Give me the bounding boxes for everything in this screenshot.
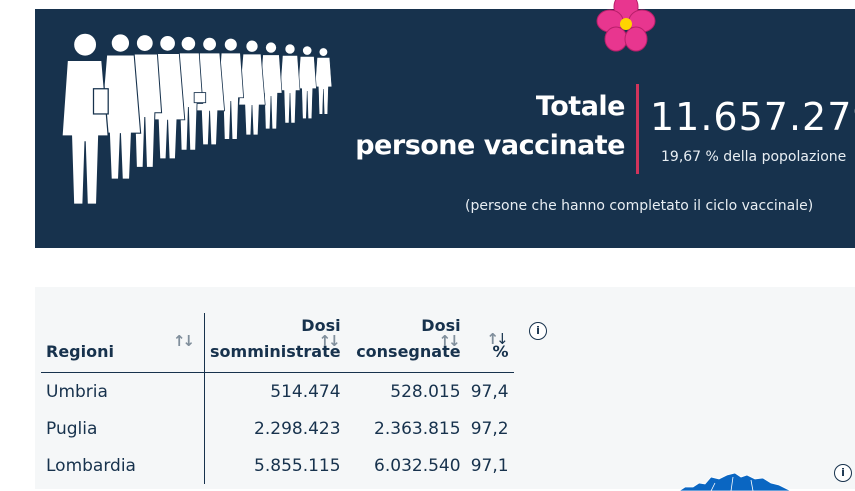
column-header-percent[interactable]: % ↑↓ [466,313,514,373]
table-row: Lombardia 5.855.115 6.032.540 97,1 [41,447,514,484]
cell-region: Umbria [41,372,205,410]
accent-divider [636,84,639,174]
cell-region: Lombardia [41,447,205,484]
table-header-row: Regioni ↑↓ Dosi somministrate ↑↓ Dosi co… [41,313,514,373]
sort-arrows-icon[interactable]: ↑↓ [318,328,340,354]
total-subtitle: persone vaccinate [355,130,625,161]
table-row: Umbria 514.474 528.015 97,4 [41,372,514,410]
queue-people-illustration [61,32,333,205]
cell-administered: 514.474 [270,381,341,402]
cell-delivered: 6.032.540 [374,455,461,476]
cell-administered: 5.855.115 [254,455,341,476]
total-vaccinated-value: 11.657.279 [650,95,855,139]
table-row: Puglia 2.298.423 2.363.815 97,2 [41,410,514,447]
sort-arrows-icon[interactable]: ↑↓ [438,328,460,354]
sort-descending-icon[interactable]: ↑↓ [486,326,508,352]
cell-delivered: 528.015 [390,381,461,402]
sort-arrows-icon[interactable]: ↑↓ [173,328,195,354]
info-icon[interactable]: i [834,464,852,482]
completed-cycle-note: (persone che hanno completato il ciclo v… [465,198,814,214]
cell-administered: 2.298.423 [254,418,341,439]
italy-map-fragment [678,472,792,491]
total-title: Totale persone vaccinate [355,87,625,165]
info-icon[interactable]: i [529,322,547,340]
summary-banner: Totale persone vaccinate 11.657.279 19,6… [35,0,855,248]
regions-table: Regioni ↑↓ Dosi somministrate ↑↓ Dosi co… [41,313,514,484]
cell-delivered: 2.363.815 [374,418,461,439]
column-header-dosi-somministrate[interactable]: Dosi somministrate ↑↓ [205,313,346,373]
cell-percent: 97,4 [470,381,509,402]
regions-panel: Regioni ↑↓ Dosi somministrate ↑↓ Dosi co… [35,287,855,491]
cell-percent: 97,2 [470,418,509,439]
column-header-regioni[interactable]: Regioni ↑↓ [41,313,205,373]
primula-flower-logo [596,0,656,52]
cell-region: Puglia [41,410,205,447]
total-label: Totale [535,91,626,122]
column-header-dosi-consegnate[interactable]: Dosi consegnate ↑↓ [346,313,466,373]
cell-percent: 97,1 [470,455,509,476]
population-percentage: 19,67 % della popolazione [661,149,847,165]
header-label-regioni: Regioni [46,342,114,361]
